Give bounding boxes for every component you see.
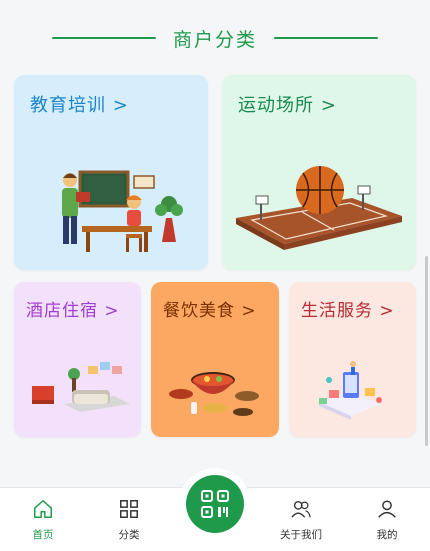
life-services-illustration (319, 361, 382, 420)
category-card-sports[interactable]: 运动场所 > (222, 75, 416, 270)
header-line-right (274, 37, 378, 39)
grid-icon (120, 500, 138, 518)
user-icon (378, 500, 396, 518)
tab-about-us[interactable]: 关于我们 (266, 488, 336, 551)
tab-mine[interactable]: 我的 (352, 488, 422, 551)
category-card-hotel[interactable]: 酒店住宿 > (14, 282, 141, 437)
tab-label: 我的 (376, 529, 398, 541)
page-title: 商户分类 (172, 28, 257, 51)
category-card-life-services[interactable]: 生活服务 > (289, 282, 416, 437)
education-illustration (62, 170, 183, 252)
tab-category[interactable]: 分类 (94, 488, 164, 551)
food-illustration (169, 372, 259, 416)
qr-code-icon (201, 490, 229, 518)
category-card-food[interactable]: 餐饮美食 > (151, 282, 279, 437)
category-label: 餐饮美食 > (163, 301, 257, 321)
category-label: 酒店住宿 > (26, 301, 120, 321)
users-icon (291, 500, 311, 518)
category-label: 生活服务 > (301, 301, 395, 321)
scrollbar[interactable] (425, 256, 428, 446)
basketball-illustration (236, 166, 402, 250)
tab-label: 首页 (32, 529, 54, 541)
category-label: 运动场所 > (238, 95, 337, 116)
header-line-left (52, 37, 156, 39)
home-icon (34, 500, 52, 518)
category-card-education[interactable]: 教育培训 > (14, 75, 208, 270)
tab-home[interactable]: 首页 (8, 488, 78, 551)
tab-label: 关于我们 (280, 529, 322, 541)
tab-label: 分类 (118, 529, 140, 541)
scan-qr-button[interactable] (186, 475, 244, 533)
section-header: 商户分类 (0, 18, 430, 58)
hotel-illustration (32, 362, 130, 412)
category-label: 教育培训 > (30, 95, 129, 116)
